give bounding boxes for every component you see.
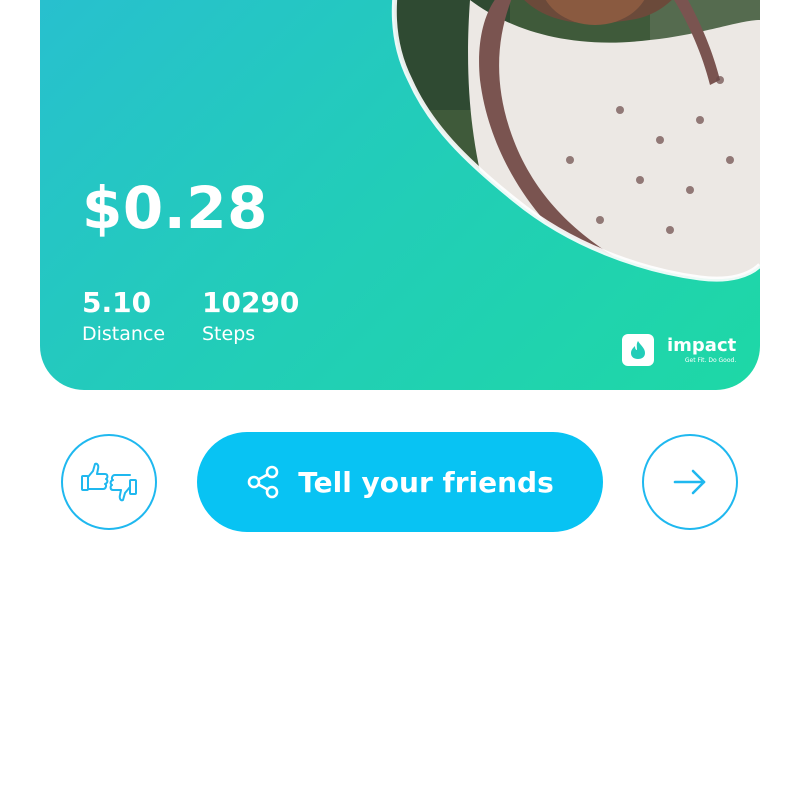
flame-logo-icon: [622, 334, 654, 366]
beneficiary-photo: [370, 0, 760, 310]
impact-card: $0.28 5.10 Distance 10290 Steps impact G…: [40, 0, 760, 390]
distance-label: Distance: [82, 323, 166, 345]
donation-amount: $0.28: [82, 174, 268, 242]
brand-name: impact: [667, 334, 737, 356]
steps-stat: 10290 Steps: [202, 289, 299, 344]
brand-tagline: Get Fit. Do Good.: [684, 356, 737, 364]
arrow-right-icon: [673, 469, 706, 495]
thumbs-up-down-icon: [81, 462, 137, 502]
distance-stat: 5.10 Distance: [82, 289, 165, 344]
impact-brand: impact Get Fit. Do Good.: [622, 334, 736, 366]
steps-value: 10290: [202, 286, 300, 319]
steps-label: Steps: [202, 323, 256, 345]
share-icon: [247, 465, 279, 499]
share-button[interactable]: Tell your friends: [197, 432, 603, 532]
distance-value: 5.10: [82, 286, 152, 319]
share-button-label: Tell your friends: [298, 465, 554, 499]
next-button[interactable]: [642, 434, 738, 530]
vote-button[interactable]: [61, 434, 157, 530]
